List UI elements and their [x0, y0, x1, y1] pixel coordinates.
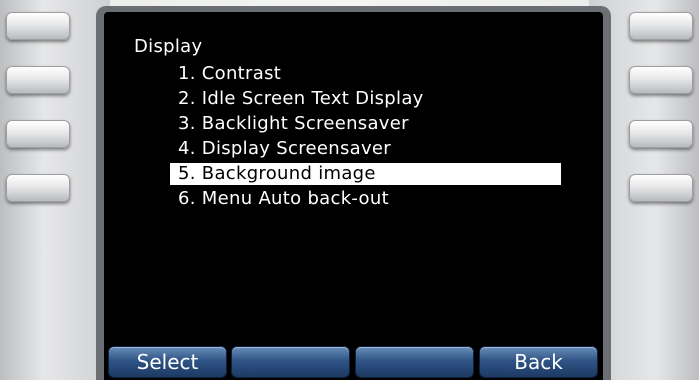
right-line-key-1[interactable] — [629, 12, 693, 40]
softkey-2-button[interactable] — [232, 347, 349, 377]
menu-title: Display — [134, 36, 203, 57]
menu-item-display-screensaver[interactable]: 4. Display Screensaver — [178, 138, 391, 160]
right-line-key-3[interactable] — [629, 120, 693, 148]
menu-item-idle-screen-text-display[interactable]: 2. Idle Screen Text Display — [178, 88, 424, 110]
menu-item-backlight-screensaver[interactable]: 3. Backlight Screensaver — [178, 113, 409, 135]
right-line-key-4[interactable] — [629, 174, 693, 202]
softkey-bar: Select Back — [104, 344, 603, 380]
display-screen: Display 1. Contrast 2. Idle Screen Text … — [104, 12, 603, 380]
back-button[interactable]: Back — [480, 347, 597, 377]
select-button[interactable]: Select — [109, 347, 226, 377]
menu-item-contrast[interactable]: 1. Contrast — [178, 63, 281, 85]
left-line-key-4[interactable] — [6, 174, 70, 202]
softkey-3-button[interactable] — [356, 347, 473, 377]
menu-item-background-image[interactable]: 5. Background image — [170, 163, 561, 185]
left-line-key-2[interactable] — [6, 66, 70, 94]
left-line-key-3[interactable] — [6, 120, 70, 148]
right-line-key-2[interactable] — [629, 66, 693, 94]
left-line-key-1[interactable] — [6, 12, 70, 40]
menu-item-menu-auto-back-out[interactable]: 6. Menu Auto back-out — [178, 188, 389, 210]
